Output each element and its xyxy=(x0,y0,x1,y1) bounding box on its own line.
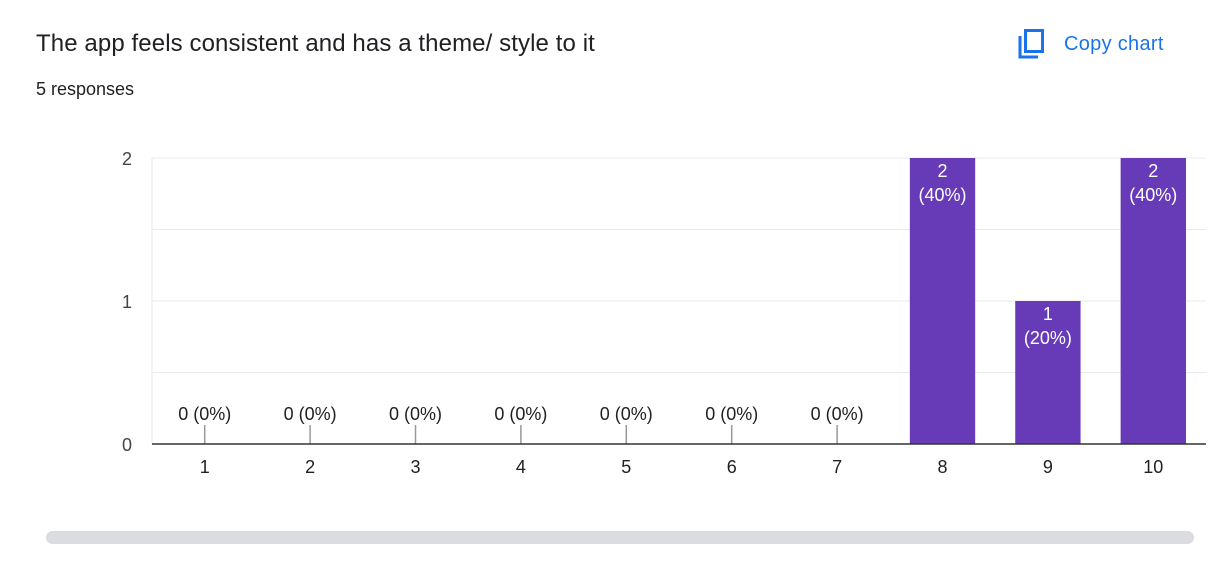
x-tick-label: 5 xyxy=(621,457,631,477)
bar-data-label: 0 (0%) xyxy=(284,404,337,424)
bar-data-label: 0 (0%) xyxy=(389,404,442,424)
x-tick-label: 1 xyxy=(200,457,210,477)
bar-data-label: 0 (0%) xyxy=(494,404,547,424)
x-tick-label: 10 xyxy=(1143,457,1163,477)
y-tick-label: 0 xyxy=(122,435,132,455)
horizontal-scrollbar[interactable] xyxy=(46,531,1194,544)
bar-chart: 0 1 2 0 (0%) 1 0 (0%) 2 0 (0%) 3 0 (0%) 4 0 (0%) 5 0 … xyxy=(122,149,1206,477)
x-tick-label: 2 xyxy=(305,457,315,477)
bar-data-label: 0 (0%) xyxy=(705,404,758,424)
bar-data-label: 0 (0%) xyxy=(178,404,231,424)
bar-data-label: 0 (0%) xyxy=(811,404,864,424)
y-tick-label: 1 xyxy=(122,292,132,312)
x-tick-label: 8 xyxy=(937,457,947,477)
x-tick-label: 7 xyxy=(832,457,842,477)
x-tick-label: 6 xyxy=(727,457,737,477)
bar-data-label: 0 (0%) xyxy=(600,404,653,424)
x-tick-label: 9 xyxy=(1043,457,1053,477)
y-tick-label: 2 xyxy=(122,149,132,169)
x-tick-label: 3 xyxy=(410,457,420,477)
x-tick-label: 4 xyxy=(516,457,526,477)
